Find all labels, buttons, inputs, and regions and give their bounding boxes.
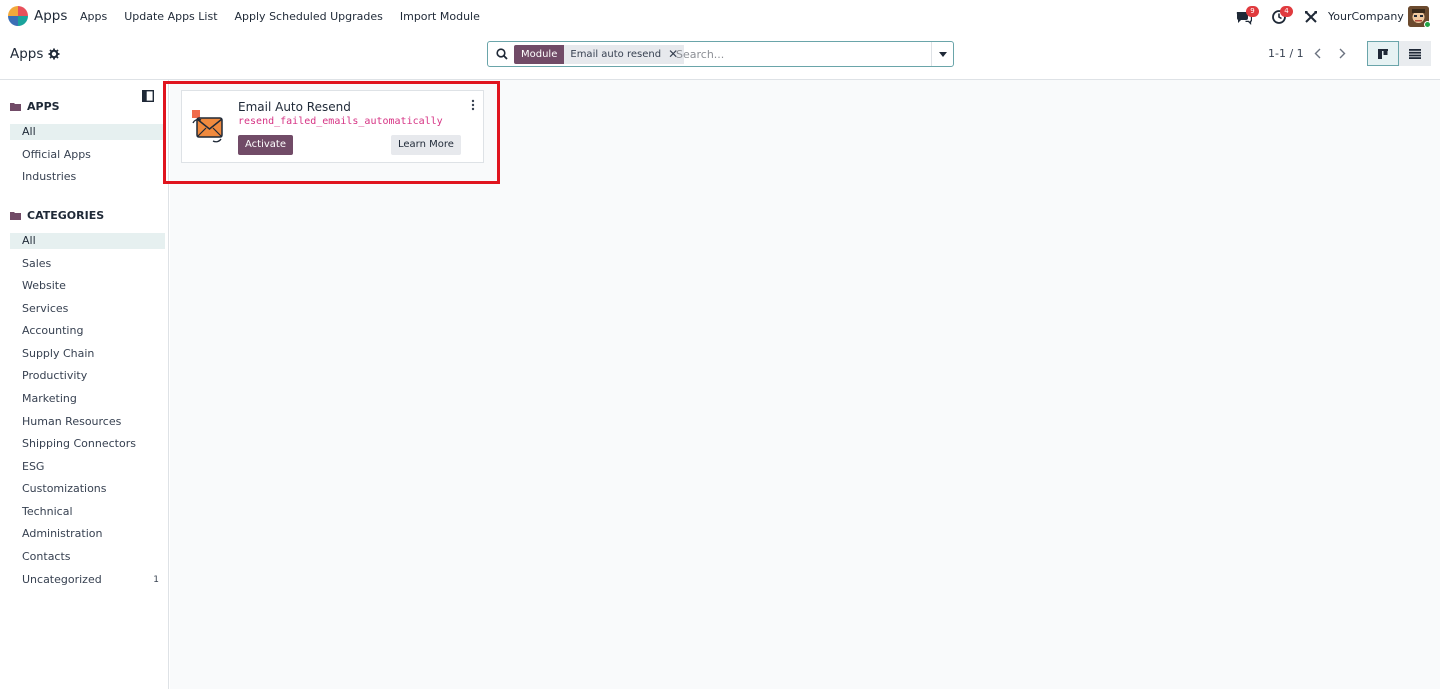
facet-value: Email auto resend: [570, 49, 662, 60]
app-name[interactable]: Apps: [34, 8, 67, 24]
menu-item-apps[interactable]: Apps: [80, 10, 107, 23]
control-panel: Apps Module Email auto resend ✕ Search..…: [0, 33, 1440, 80]
sidebar-item-sales[interactable]: Sales: [10, 256, 165, 272]
menu-item-update-apps-list[interactable]: Update Apps List: [124, 10, 217, 23]
sidebar-item-uncategorized-label: Uncategorized: [22, 573, 102, 586]
list-view-button[interactable]: [1399, 41, 1431, 66]
sidebar-item-marketing[interactable]: Marketing: [10, 391, 165, 407]
apps-heading: APPS: [27, 100, 60, 113]
sidebar-item-official-apps[interactable]: Official Apps: [10, 147, 165, 163]
sidebar-item-website[interactable]: Website: [10, 278, 165, 294]
chevron-left-icon: [1314, 48, 1320, 58]
main-menu: Apps Update Apps List Apply Scheduled Up…: [80, 10, 497, 23]
categories-heading: CATEGORIES: [27, 209, 105, 222]
page-title: Apps: [10, 46, 44, 62]
menu-item-import-module[interactable]: Import Module: [400, 10, 480, 23]
highlight-box: [163, 81, 500, 184]
sidebar-item-productivity[interactable]: Productivity: [10, 368, 165, 384]
pager-previous-button[interactable]: [1305, 42, 1329, 64]
chevron-right-icon: [1339, 48, 1345, 58]
gear-icon[interactable]: [48, 48, 60, 60]
messages-badge: 9: [1246, 6, 1259, 17]
sidebar-item-contacts[interactable]: Contacts: [10, 549, 165, 565]
breadcrumb: Apps: [10, 46, 60, 62]
search-icon: [496, 48, 508, 60]
sidebar-item-services[interactable]: Services: [10, 301, 165, 317]
folder-icon: [10, 103, 21, 111]
sidebar-item-customizations[interactable]: Customizations: [10, 481, 165, 497]
search-input[interactable]: [676, 46, 926, 63]
online-status-indicator: [1424, 21, 1431, 28]
debug-tools-icon[interactable]: [1303, 9, 1319, 25]
search-bar[interactable]: Module Email auto resend ✕: [487, 41, 954, 67]
categories-section-header: CATEGORIES: [10, 209, 104, 222]
uncategorized-count: 1: [153, 575, 159, 585]
pager-next-button[interactable]: [1330, 42, 1354, 64]
sidebar-item-accounting[interactable]: Accounting: [10, 323, 165, 339]
pager-value[interactable]: 1-1 / 1: [1268, 47, 1304, 60]
sidebar-item-category-all[interactable]: All: [10, 233, 165, 249]
top-navbar: Apps Apps Update Apps List Apply Schedul…: [0, 0, 1440, 33]
apps-section-header: APPS: [10, 100, 60, 113]
sidebar-item-uncategorized[interactable]: Uncategorized 1: [10, 572, 165, 588]
sidebar-item-industries[interactable]: Industries: [10, 169, 165, 185]
search-options-toggle[interactable]: [931, 42, 953, 66]
caret-down-icon: [938, 51, 947, 57]
apps-logo-icon[interactable]: [8, 6, 28, 26]
sidebar-item-supply-chain[interactable]: Supply Chain: [10, 346, 165, 362]
folder-icon: [10, 212, 21, 220]
search-facet[interactable]: Module Email auto resend ✕: [514, 45, 685, 64]
activities-badge: 4: [1280, 6, 1293, 17]
list-icon: [1409, 48, 1421, 59]
sidebar-item-shipping-connectors[interactable]: Shipping Connectors: [10, 436, 165, 452]
sidebar-item-administration[interactable]: Administration: [10, 526, 165, 542]
facet-value-container: Email auto resend ✕: [564, 45, 685, 64]
kanban-icon: [1378, 48, 1388, 59]
sidebar-toggle-icon[interactable]: [142, 90, 154, 102]
sidebar-item-human-resources[interactable]: Human Resources: [10, 414, 165, 430]
sidebar-item-technical[interactable]: Technical: [10, 504, 165, 520]
sidebar-item-apps-all[interactable]: All: [10, 124, 165, 140]
company-switcher[interactable]: YourCompany: [1328, 10, 1404, 23]
menu-item-apply-scheduled-upgrades[interactable]: Apply Scheduled Upgrades: [235, 10, 383, 23]
kanban-view-button[interactable]: [1367, 41, 1399, 66]
sidebar-item-esg[interactable]: ESG: [10, 459, 165, 475]
facet-label: Module: [514, 45, 565, 64]
search-panel-sidebar: APPS All Official Apps Industries CATEGO…: [0, 80, 169, 689]
